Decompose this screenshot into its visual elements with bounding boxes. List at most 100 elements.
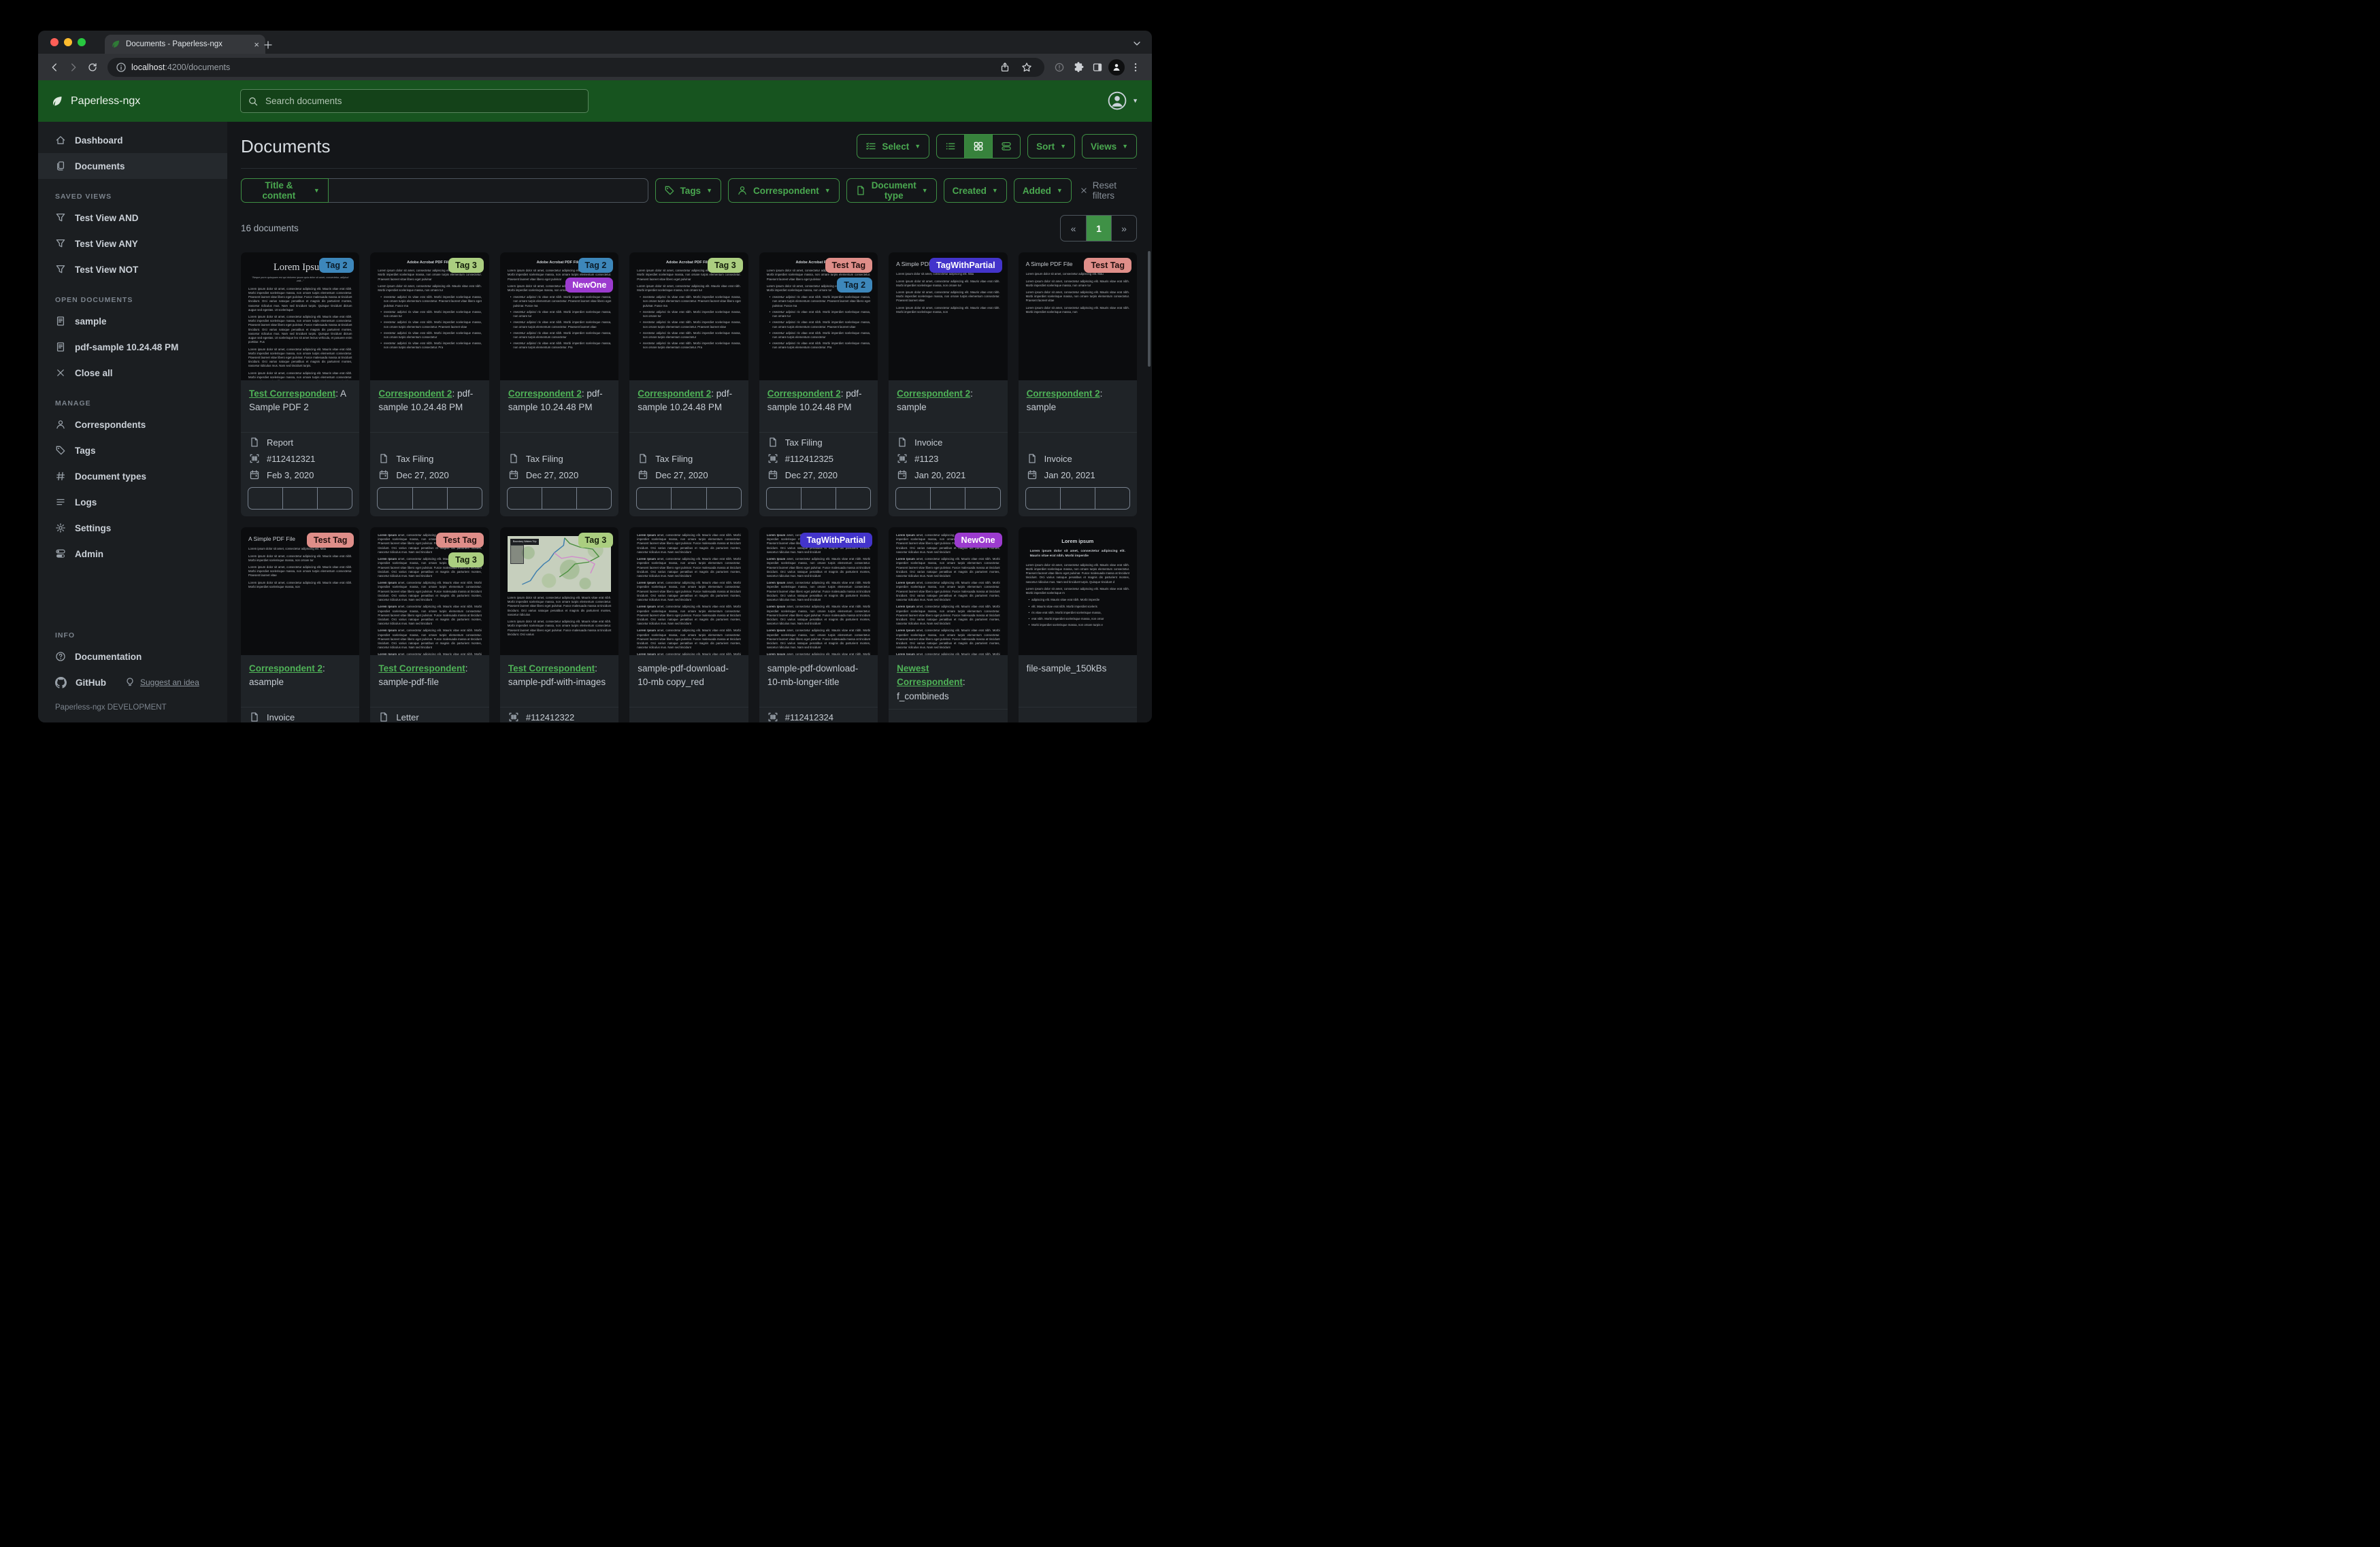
sidebar-item-pdf-sample-10-24-48-pm[interactable]: pdf-sample 10.24.48 PM [38,334,227,360]
sidebar-item-logs[interactable]: Logs [38,489,227,515]
global-search[interactable] [240,89,589,113]
download-button[interactable] [576,488,611,509]
maximize-window-button[interactable] [78,38,86,46]
current-page-button[interactable]: 1 [1086,216,1111,241]
document-thumbnail[interactable]: Lorem Ipsum "Neque porro quisquam est qui… [241,252,360,380]
correspondent-link[interactable]: Correspondent 2 [638,388,711,399]
sidebar-item-documents[interactable]: Documents [38,153,227,179]
filter-field-button[interactable]: Title & content ▼ [241,178,329,203]
document-type-row[interactable]: Invoice [249,712,351,722]
filter-text-input[interactable] [328,178,648,203]
tag-badge[interactable]: Tag 2 [837,278,873,293]
extensions-puzzle-icon[interactable] [1069,58,1088,77]
document-thumbnail[interactable]: A Simple PDF File Lorem ipsum dolor sit a… [1018,252,1137,380]
document-thumbnail[interactable]: Lorem Ipsum amet, consectetur adipiscing… [889,527,1008,655]
next-page-button[interactable]: » [1111,216,1136,241]
preview-button[interactable] [930,488,965,509]
extension-badge-icon[interactable] [1050,58,1069,77]
document-thumbnail[interactable]: A Simple PDF File Lorem ipsum dolor sit a… [889,252,1008,380]
edit-button[interactable] [1026,488,1060,509]
tag-badge[interactable]: Test Tag [1084,258,1131,273]
new-tab-button[interactable] [263,39,274,50]
correspondent-link[interactable]: Correspondent 2 [1027,388,1100,399]
document-thumbnail[interactable]: Adobe Acrobat PDF Files Lorem ipsum dolor… [759,252,878,380]
previous-page-button[interactable]: « [1061,216,1086,241]
edit-button[interactable] [767,488,801,509]
document-type-row[interactable]: Tax Filing [767,437,870,448]
tag-badge[interactable]: Tag 3 [707,258,743,273]
filter-added-button[interactable]: Added ▼ [1013,178,1072,203]
document-type-row[interactable]: Tax Filing [508,453,610,464]
minimize-window-button[interactable] [64,38,72,46]
document-thumbnail[interactable]: Lorem Ipsum amet, consectetur adipiscing… [759,527,878,655]
filter-document-type-button[interactable]: Document type ▼ [846,178,937,203]
tag-badge[interactable]: NewOne [954,533,1002,548]
tag-badge[interactable]: Test Tag [436,533,484,548]
views-button[interactable]: Views ▼ [1082,134,1137,159]
bookmark-star-icon[interactable] [1017,58,1036,77]
sidebar-item-tags[interactable]: Tags [38,437,227,463]
document-type-row[interactable]: Invoice [897,437,999,448]
reset-filters-button[interactable]: Reset filters [1080,180,1137,201]
tag-badge[interactable]: Tag 3 [448,552,484,567]
user-menu[interactable]: ▼ [1107,90,1138,111]
document-thumbnail[interactable]: A Simple PDF File Lorem ipsum dolor sit a… [241,527,360,655]
sort-button[interactable]: Sort ▼ [1027,134,1076,159]
suggest-an-idea-link[interactable]: Suggest an idea [125,677,199,688]
preview-button[interactable] [1059,488,1095,509]
download-button[interactable] [835,488,870,509]
grid-view-button[interactable] [964,135,993,158]
sidebar-item-settings[interactable]: Settings [38,515,227,541]
edit-button[interactable] [378,488,412,509]
correspondent-link[interactable]: Test Correspondent [508,663,595,673]
document-type-row[interactable]: Letter [378,712,480,722]
edit-button[interactable] [508,488,542,509]
close-window-button[interactable] [50,38,59,46]
tag-badge[interactable]: TagWithPartial [799,533,873,548]
tag-badge[interactable]: Tag 2 [578,258,614,273]
tag-badge[interactable]: Tag 2 [318,258,354,273]
correspondent-link[interactable]: Test Correspondent [378,663,465,673]
preview-button[interactable] [412,488,447,509]
document-thumbnail[interactable]: Adobe Acrobat PDF Files Lorem ipsum dolor… [499,252,619,380]
document-type-row[interactable]: Tax Filing [638,453,740,464]
preview-button[interactable] [800,488,836,509]
reload-button[interactable] [83,58,102,77]
sidebar-item-correspondents[interactable]: Correspondents [38,412,227,437]
tag-badge[interactable]: Tag 3 [448,258,484,273]
correspondent-link[interactable]: Newest Correspondent [897,663,963,687]
correspondent-link[interactable]: Correspondent 2 [249,663,323,673]
close-tab-icon[interactable]: × [254,40,259,49]
document-thumbnail[interactable]: Lorem Ipsum amet, consectetur adipiscing… [629,527,748,655]
back-button[interactable] [45,58,64,77]
sidebar-item-close-all[interactable]: Close all [38,360,227,386]
download-button[interactable] [446,488,482,509]
tab-search-chevron-icon[interactable] [1131,38,1142,49]
filter-correspondent-button[interactable]: Correspondent ▼ [728,178,840,203]
document-type-row[interactable]: Report [249,437,351,448]
browser-menu-kebab-icon[interactable] [1126,58,1145,77]
forward-button[interactable] [64,58,83,77]
document-thumbnail[interactable]: Boundary Waters Trip Lorem ipsum dolor si… [499,527,619,655]
sidebar-item-dashboard[interactable]: Dashboard [38,127,227,153]
search-input[interactable] [264,95,581,107]
correspondent-link[interactable]: Correspondent 2 [378,388,452,399]
download-button[interactable] [1094,488,1129,509]
select-button[interactable]: Select ▼ [857,134,930,159]
filter-tags-button[interactable]: Tags ▼ [655,178,721,203]
tag-badge[interactable]: NewOne [565,278,614,293]
preview-button[interactable] [671,488,706,509]
document-thumbnail[interactable]: Lorem ipsum Lorem ipsum dolor sit amet, c… [1018,527,1137,655]
sidebar-item-github[interactable]: GitHub Suggest an idea [38,669,227,695]
document-thumbnail[interactable]: Lorem Ipsum amet, consectetur adipiscing… [370,527,489,655]
list-view-button[interactable] [937,135,964,158]
tag-badge[interactable]: Tag 3 [578,533,614,548]
site-info-icon[interactable] [116,62,127,73]
detail-view-button[interactable] [992,135,1020,158]
filter-created-button[interactable]: Created ▼ [943,178,1007,203]
tag-badge[interactable]: Test Tag [825,258,873,273]
correspondent-link[interactable]: Correspondent 2 [767,388,841,399]
sidebar-item-sample[interactable]: sample [38,308,227,334]
tag-badge[interactable]: TagWithPartial [929,258,1002,273]
document-thumbnail[interactable]: Adobe Acrobat PDF Files Lorem ipsum dolor… [629,252,748,380]
